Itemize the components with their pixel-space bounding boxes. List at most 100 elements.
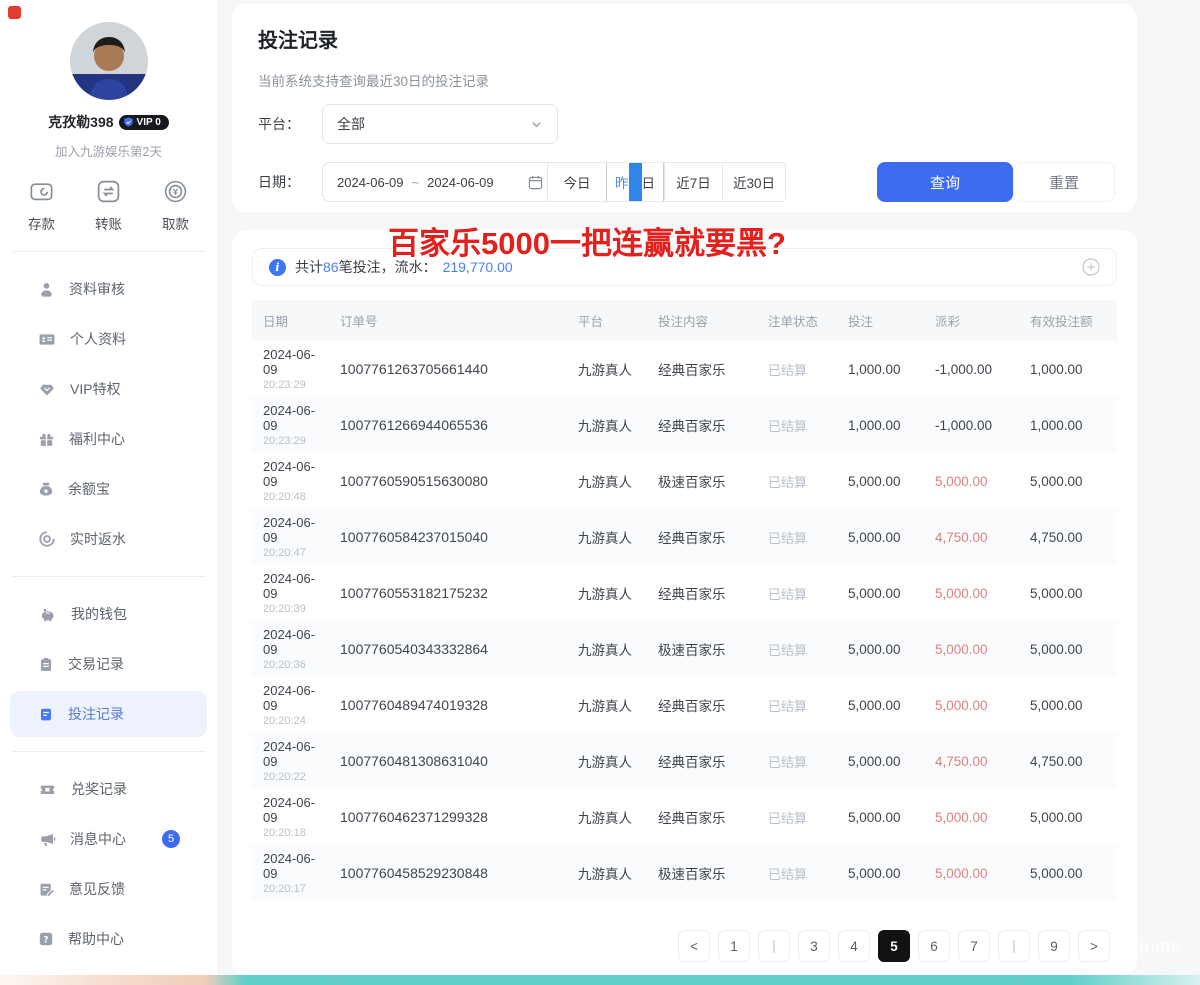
sidebar-item-personal[interactable]: 个人资料 <box>10 316 207 362</box>
sidebar-item-vip[interactable]: VIP特权 <box>10 366 207 412</box>
cell-platform: 九游真人 <box>567 863 647 883</box>
sidebar-item-wallet[interactable]: 我的钱包 <box>10 591 207 637</box>
pagination-page-3[interactable]: 3 <box>798 930 830 962</box>
pagination-prev[interactable]: < <box>678 930 710 962</box>
pagination-page-4[interactable]: 4 <box>838 930 870 962</box>
summary-bar: i 共计 86 笔投注，流水： 219,770.00 <box>252 248 1117 286</box>
sidebar-item-label: 个人资料 <box>70 329 126 349</box>
sidebar-item-welfare[interactable]: 福利中心 <box>10 416 207 462</box>
pagination-page-7[interactable]: 7 <box>958 930 990 962</box>
platform-selected-value: 全部 <box>337 114 530 134</box>
sidebar-item-prizes[interactable]: 兑奖记录 <box>10 766 207 812</box>
table-row: 2024-06-09 20:20:22 1007760481308631040 … <box>252 733 1117 789</box>
cell-platform: 九游真人 <box>567 527 647 547</box>
text-selection-highlight <box>629 163 642 201</box>
avatar[interactable] <box>70 22 148 100</box>
cell-valid-bet: 1,000.00 <box>1019 418 1117 433</box>
piggy-bank-icon <box>38 606 57 623</box>
username: 克孜勒398 <box>48 112 113 132</box>
cell-order-number: 1007761263705661440 <box>329 361 567 377</box>
id-card-icon <box>38 331 56 348</box>
pagination-ellipsis[interactable] <box>998 930 1030 962</box>
search-button[interactable]: 查询 <box>877 162 1013 202</box>
quick-action-label: 存款 <box>28 213 55 233</box>
pagination-next[interactable]: > <box>1078 930 1110 962</box>
summary-text-prefix: 共计 <box>295 257 323 277</box>
cell-bet-content: 经典百家乐 <box>647 527 757 547</box>
watermark: equ.me <box>1118 936 1181 956</box>
sidebar-item-label: 消息中心 <box>70 829 126 849</box>
sidebar-item-rebate[interactable]: 实时返水 <box>10 516 207 562</box>
vip-badge[interactable]: VIP 0 <box>119 115 169 130</box>
sidebar: 克孜勒398 VIP 0 加入九游娱乐第2天 存款 转账 取款 资料审核 个人资… <box>0 0 217 977</box>
pagination-page-1[interactable]: 1 <box>718 930 750 962</box>
table-row: 2024-06-09 20:20:36 1007760540343332864 … <box>252 621 1117 677</box>
quick-date-yesterday[interactable]: 昨 日 <box>606 162 664 202</box>
withdraw-quick-action[interactable]: 取款 <box>162 178 189 233</box>
cell-platform: 九游真人 <box>567 471 647 491</box>
sidebar-item-label: 交易记录 <box>68 654 124 674</box>
cell-bet-content: 经典百家乐 <box>647 695 757 715</box>
table-row: 2024-06-09 20:20:39 1007760553182175232 … <box>252 565 1117 621</box>
column-header: 日期 <box>252 311 329 330</box>
sidebar-item-messages[interactable]: 消息中心5 <box>10 816 207 862</box>
platform-label: 平台： <box>258 114 322 134</box>
quick-date-today[interactable]: 今日 <box>548 163 606 201</box>
cell-bet-content: 经典百家乐 <box>647 583 757 603</box>
page-subtitle: 当前系统支持查询最近30日的投注记录 <box>258 70 1111 90</box>
cell-date: 2024-06-09 20:20:39 <box>252 571 329 615</box>
sidebar-item-audit[interactable]: 资料审核 <box>10 266 207 312</box>
sidebar-item-feedback[interactable]: 意见反馈 <box>10 866 207 912</box>
summary-count: 86 <box>323 259 339 275</box>
sidebar-item-label: 帮助中心 <box>68 929 124 949</box>
plus-circle-icon[interactable] <box>1082 258 1100 276</box>
cell-bet-amount: 1,000.00 <box>837 362 924 377</box>
cell-order-number: 1007760462371299328 <box>329 809 567 825</box>
svg-text:?: ? <box>44 935 49 945</box>
column-header: 派彩 <box>924 311 1019 330</box>
cell-valid-bet: 5,000.00 <box>1019 810 1117 825</box>
swirl-icon <box>38 530 56 548</box>
summary-text-middle: 笔投注，流水： <box>339 257 437 277</box>
sidebar-item-transactions[interactable]: 交易记录 <box>10 641 207 687</box>
pagination-page-5[interactable]: 5 <box>878 930 910 962</box>
pagination-page-9[interactable]: 9 <box>1038 930 1070 962</box>
cell-order-number: 1007760481308631040 <box>329 753 567 769</box>
quick-date-7d[interactable]: 近7日 <box>664 163 722 201</box>
sidebar-item-yuebao[interactable]: 余额宝 <box>10 466 207 512</box>
cell-date: 2024-06-09 20:20:24 <box>252 683 329 727</box>
deposit-wallet-icon <box>28 178 55 205</box>
table-row: 2024-06-09 20:20:48 1007760590515630080 … <box>252 453 1117 509</box>
menu-group: 兑奖记录 消息中心5 意见反馈? 帮助中心 <box>0 752 217 976</box>
pagination-ellipsis[interactable] <box>758 930 790 962</box>
deposit-quick-action[interactable]: 存款 <box>28 178 55 233</box>
column-header: 投注内容 <box>647 311 757 330</box>
pagination-page-6[interactable]: 6 <box>918 930 950 962</box>
cell-status: 已结算 <box>757 416 837 435</box>
platform-select[interactable]: 全部 <box>322 104 558 144</box>
cell-date: 2024-06-09 20:20:48 <box>252 459 329 503</box>
sidebar-item-bets[interactable]: 投注记录 <box>10 691 207 737</box>
sidebar-item-label: 投注记录 <box>68 704 124 724</box>
megaphone-icon <box>38 831 56 848</box>
chevron-down-icon <box>530 118 543 131</box>
cell-valid-bet: 4,750.00 <box>1019 530 1117 545</box>
reset-button[interactable]: 重置 <box>1013 162 1115 202</box>
ellipsis-bar <box>1013 940 1015 953</box>
vip-badge-label: VIP 0 <box>137 117 161 128</box>
cell-bet-content: 经典百家乐 <box>647 751 757 771</box>
cell-platform: 九游真人 <box>567 639 647 659</box>
sidebar-item-help[interactable]: ? 帮助中心 <box>10 916 207 962</box>
cell-valid-bet: 5,000.00 <box>1019 866 1117 881</box>
ellipsis-bar <box>773 940 775 953</box>
filters-card: 投注记录 当前系统支持查询最近30日的投注记录 平台： 全部 日期： 2024-… <box>232 4 1137 212</box>
document-icon <box>38 706 54 723</box>
cell-payout: -1,000.00 <box>924 362 1019 377</box>
cell-platform: 九游真人 <box>567 807 647 827</box>
quick-date-30d[interactable]: 近30日 <box>722 163 785 201</box>
quick-action-label: 取款 <box>162 213 189 233</box>
table-row: 2024-06-09 20:20:47 1007760584237015040 … <box>252 509 1117 565</box>
sidebar-item-label: 实时返水 <box>70 529 126 549</box>
date-range-picker[interactable]: 2024-06-09 ~ 2024-06-09 <box>322 162 558 202</box>
transfer-quick-action[interactable]: 转账 <box>95 178 122 233</box>
